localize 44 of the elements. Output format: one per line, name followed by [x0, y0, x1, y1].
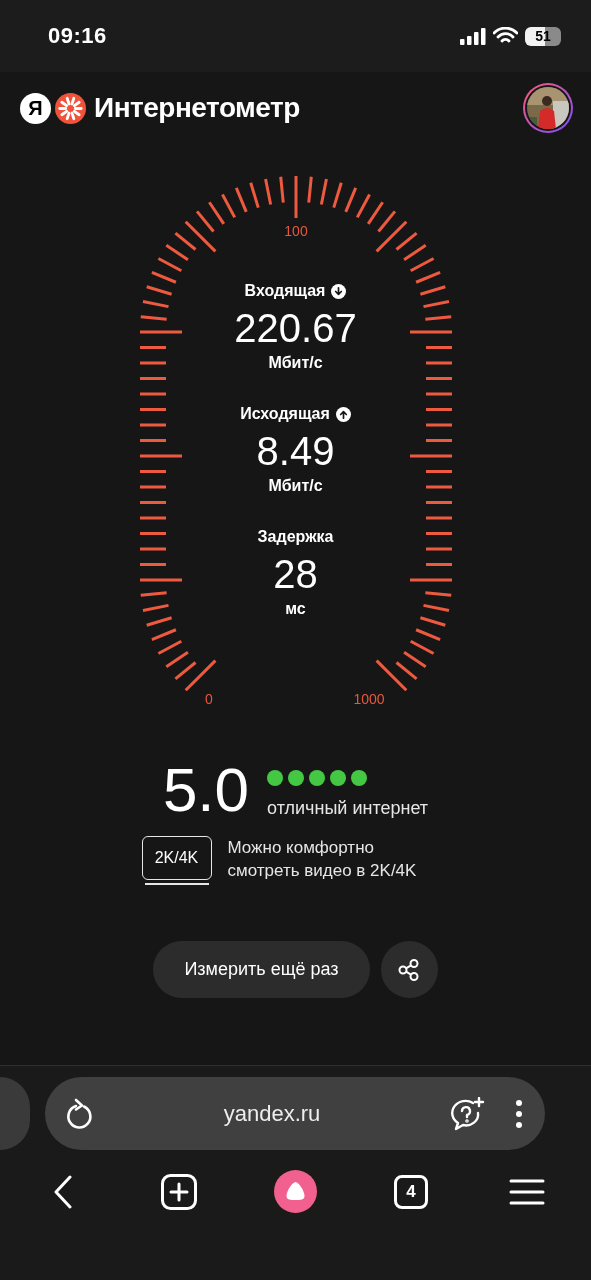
- back-button[interactable]: [53, 1174, 73, 1209]
- address-bar[interactable]: yandex.ru: [45, 1077, 545, 1150]
- reading-label: Исходящая: [240, 405, 330, 423]
- reading-value: 28: [273, 551, 318, 597]
- scale-label: 100: [284, 223, 308, 239]
- menu-button[interactable]: [509, 1178, 545, 1205]
- reading-unit: мс: [285, 599, 306, 619]
- reading-label: Входящая: [244, 282, 326, 300]
- status-time: 09:16: [48, 23, 107, 49]
- remeasure-button[interactable]: Измерить ещё раз: [153, 941, 370, 998]
- reload-button[interactable]: [65, 1097, 95, 1130]
- battery-indicator: 51: [525, 26, 561, 46]
- speedometer-logo-icon: [55, 92, 86, 124]
- reading-value: 8.49: [256, 428, 335, 474]
- tabs-button[interactable]: 4: [394, 1174, 428, 1209]
- reading-unit: Мбит/с: [268, 476, 323, 496]
- arrow-down-icon: [331, 283, 347, 299]
- question-bubble-icon: [449, 1096, 485, 1131]
- reading-value: 220.67: [234, 305, 357, 351]
- scale-label: 0: [205, 691, 213, 707]
- url-text: yandex.ru: [222, 1100, 322, 1127]
- assistant-button[interactable]: [449, 1096, 485, 1131]
- menu-icon: [509, 1178, 545, 1205]
- yandex-logo: Я: [20, 92, 51, 124]
- signal-icon: [460, 27, 486, 45]
- arrow-up-icon: [335, 406, 351, 422]
- rating-verdict: отличный интернет: [267, 797, 429, 819]
- avatar-button[interactable]: [523, 83, 573, 133]
- scale-label: 1000: [353, 691, 385, 707]
- reading-label: Задержка: [257, 528, 334, 546]
- alice-icon: [273, 1170, 317, 1213]
- new-tab-button[interactable]: [161, 1173, 197, 1210]
- wifi-icon: [493, 27, 518, 45]
- more-button[interactable]: [515, 1098, 523, 1129]
- monitor-badge: 2K/4K: [141, 836, 212, 880]
- quality-description: Можно комфортно смотреть видео в 2K/4K: [227, 837, 418, 882]
- reading-unit: Мбит/с: [268, 353, 323, 373]
- back-icon: [53, 1174, 73, 1209]
- rating-score: 5.0: [162, 758, 250, 822]
- plus-icon: [161, 1173, 197, 1210]
- app-title: Интернетометр: [94, 92, 301, 124]
- assistant-button[interactable]: [273, 1170, 317, 1213]
- more-icon: [515, 1098, 523, 1129]
- reload-icon: [65, 1097, 95, 1130]
